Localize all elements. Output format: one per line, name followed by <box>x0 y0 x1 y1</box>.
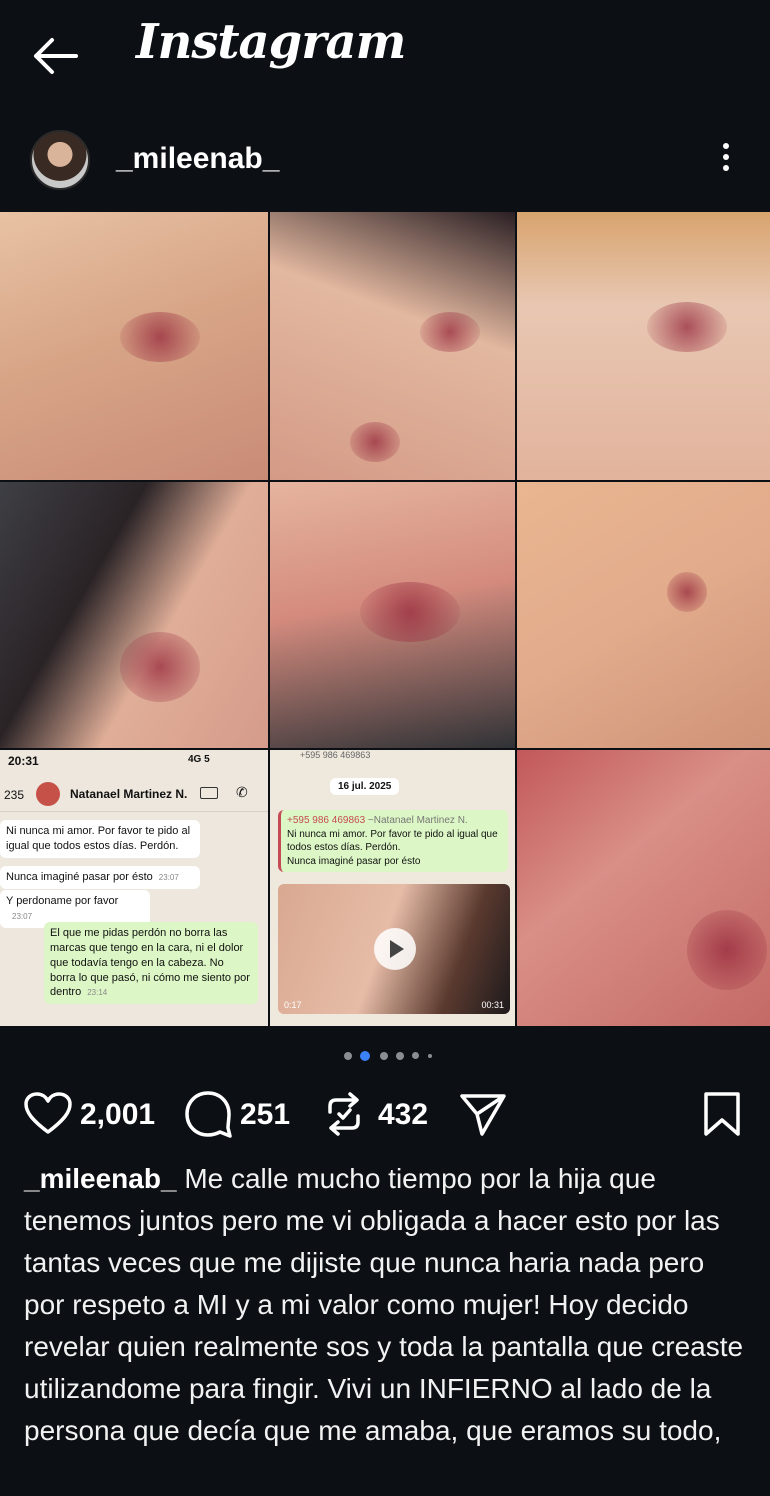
caption-text: Me calle mucho tiempo por la hija que te… <box>24 1163 744 1446</box>
more-options-icon[interactable] <box>712 140 740 180</box>
photo-tile <box>517 212 770 480</box>
partial-header: +595 986 469863 <box>300 750 371 760</box>
phone-icon: ✆ <box>236 784 248 800</box>
play-icon <box>374 928 416 970</box>
photo-tile <box>0 212 268 480</box>
repost-button[interactable]: 432 <box>320 1090 450 1138</box>
share-button[interactable] <box>458 1090 510 1138</box>
send-icon <box>460 1094 506 1136</box>
back-count: 235 <box>4 788 25 802</box>
caption-username[interactable]: _mileenab_ <box>24 1163 177 1194</box>
chat-screenshot-2: +595 986 469863 16 jul. 2025 +595 986 46… <box>270 750 515 1026</box>
carousel-dot <box>344 1052 352 1060</box>
heart-icon <box>24 1092 72 1134</box>
status-signal: 4G 5 <box>188 754 210 765</box>
repost-count: 432 <box>378 1098 429 1131</box>
chat-bubble: Ni nunca mi amor. Por favor te pido al i… <box>0 820 200 858</box>
video-message: 0:17 00:31 <box>278 884 510 1014</box>
save-button[interactable] <box>700 1090 744 1138</box>
video-duration: 00:31 <box>481 1000 504 1010</box>
photo-tile <box>517 750 770 1026</box>
forwarded-message: +595 986 469863 ~Natanael Martinez N. Ni… <box>278 810 508 872</box>
like-button[interactable]: 2,001 <box>22 1090 172 1138</box>
contact-avatar <box>36 782 60 806</box>
carousel-dot <box>428 1054 432 1058</box>
top-bar: Instagram <box>0 0 770 110</box>
carousel-dot <box>412 1052 419 1059</box>
instagram-logo: Instagram <box>136 14 406 70</box>
comment-button[interactable]: 251 <box>184 1090 304 1138</box>
chat-bubble: Nunca imaginé pasar por ésto 23:07 <box>0 866 200 889</box>
chat-bubble: El que me pidas perdón no borra las marc… <box>44 922 258 1005</box>
post-username[interactable]: _mileenab_ <box>116 142 279 176</box>
carousel-dot <box>396 1052 404 1060</box>
like-count: 2,001 <box>80 1098 156 1131</box>
carousel-dot-active <box>360 1051 370 1061</box>
avatar[interactable] <box>30 130 90 190</box>
action-bar: 2,001 251 432 <box>0 1086 770 1142</box>
post-caption: _mileenab_ Me calle mucho tiempo por la … <box>24 1158 746 1452</box>
photo-tile <box>0 482 268 748</box>
comment-count: 251 <box>240 1098 291 1131</box>
chat-header: 235 Natanael Martinez N. ✆ <box>0 776 268 812</box>
photo-tile <box>517 482 770 748</box>
chat-screenshot: 20:31 4G 5 235 Natanael Martinez N. ✆ Ni… <box>0 750 268 1026</box>
chat-date: 16 jul. 2025 <box>330 778 400 795</box>
post-image[interactable]: 20:31 4G 5 235 Natanael Martinez N. ✆ Ni… <box>0 212 770 1026</box>
comment-icon <box>185 1091 232 1138</box>
carousel-dot <box>380 1052 388 1060</box>
repost-icon <box>328 1092 360 1136</box>
photo-tile <box>270 482 515 748</box>
photo-tile <box>270 212 515 480</box>
back-arrow-icon[interactable] <box>28 32 84 80</box>
post-header: _mileenab_ <box>0 128 770 194</box>
status-time: 20:31 <box>8 754 39 768</box>
contact-name: Natanael Martinez N. <box>70 787 188 801</box>
video-start-time: 0:17 <box>284 1000 302 1010</box>
video-call-icon <box>200 787 218 799</box>
bookmark-icon <box>704 1092 740 1136</box>
